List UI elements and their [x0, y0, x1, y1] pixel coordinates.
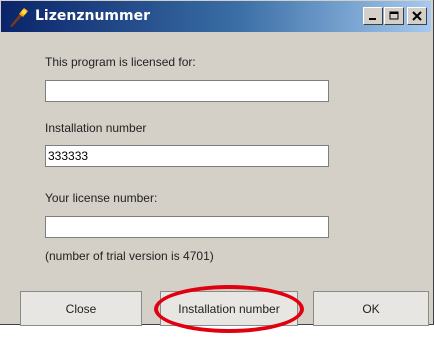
close-icon [412, 11, 422, 21]
minimize-icon [369, 18, 376, 20]
close-window-button[interactable] [407, 7, 427, 25]
installation-number-label: Installation number [45, 121, 147, 135]
close-button[interactable]: Close [20, 291, 142, 326]
license-dialog: Lizenznummer This program is licensed fo… [0, 0, 434, 326]
licensed-for-label: This program is licensed for: [45, 55, 196, 69]
installation-number-button[interactable]: Installation number [160, 291, 298, 326]
license-number-input[interactable] [45, 216, 329, 238]
app-icon [10, 8, 28, 27]
trial-version-note: (number of trial version is 4701) [45, 249, 214, 263]
maximize-icon [389, 11, 399, 20]
window-title: Lizenznummer [35, 8, 150, 24]
maximize-button[interactable] [384, 7, 404, 25]
license-number-label: Your license number: [45, 191, 158, 205]
minimize-button[interactable] [363, 7, 383, 25]
licensed-for-input[interactable] [45, 80, 329, 102]
installation-number-input[interactable] [45, 145, 329, 167]
title-bar[interactable]: Lizenznummer [1, 1, 431, 32]
ok-button[interactable]: OK [313, 291, 429, 326]
